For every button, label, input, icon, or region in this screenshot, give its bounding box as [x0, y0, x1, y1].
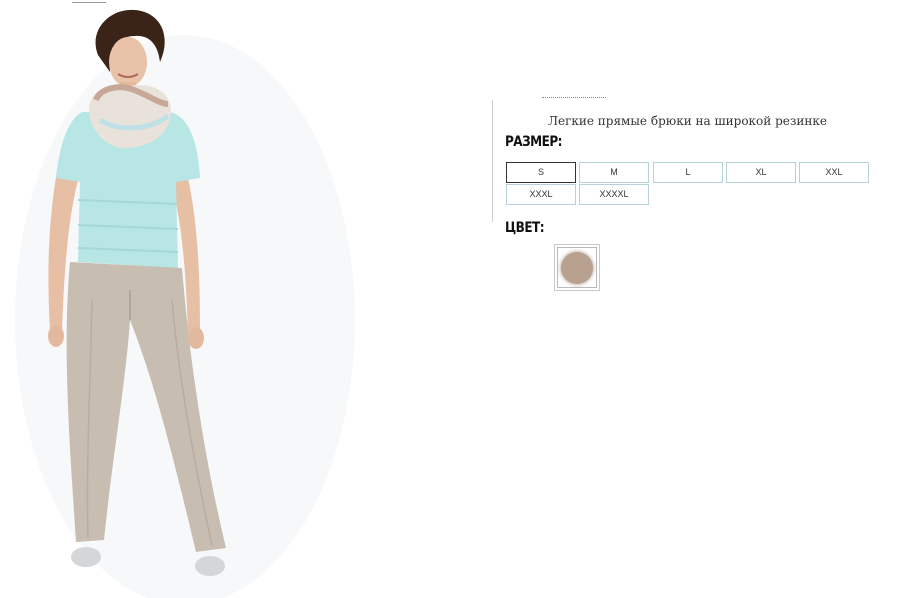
size-option-l[interactable]: L: [653, 162, 723, 183]
dotted-separator: [542, 97, 606, 98]
color-swatch-dot: [561, 251, 593, 284]
photo-top-rule: [72, 2, 106, 3]
color-swatch[interactable]: [554, 244, 600, 291]
panel-divider: [492, 100, 493, 222]
size-heading: РАЗМЕР:: [505, 134, 562, 150]
size-option-s[interactable]: S: [506, 162, 576, 183]
product-photo[interactable]: [0, 0, 360, 598]
size-option-xxl[interactable]: XXL: [799, 162, 869, 183]
model-illustration: [15, 9, 355, 598]
size-option-xxxl[interactable]: XXXL: [506, 184, 576, 205]
size-option-m[interactable]: M: [579, 162, 649, 183]
color-swatch-border: [557, 247, 597, 288]
color-heading: ЦВЕТ:: [505, 220, 545, 236]
product-description: Легкие прямые брюки на широкой резинке: [547, 114, 828, 128]
size-option-xxxxl[interactable]: XXXXL: [579, 184, 649, 205]
size-option-xl[interactable]: XL: [726, 162, 796, 183]
